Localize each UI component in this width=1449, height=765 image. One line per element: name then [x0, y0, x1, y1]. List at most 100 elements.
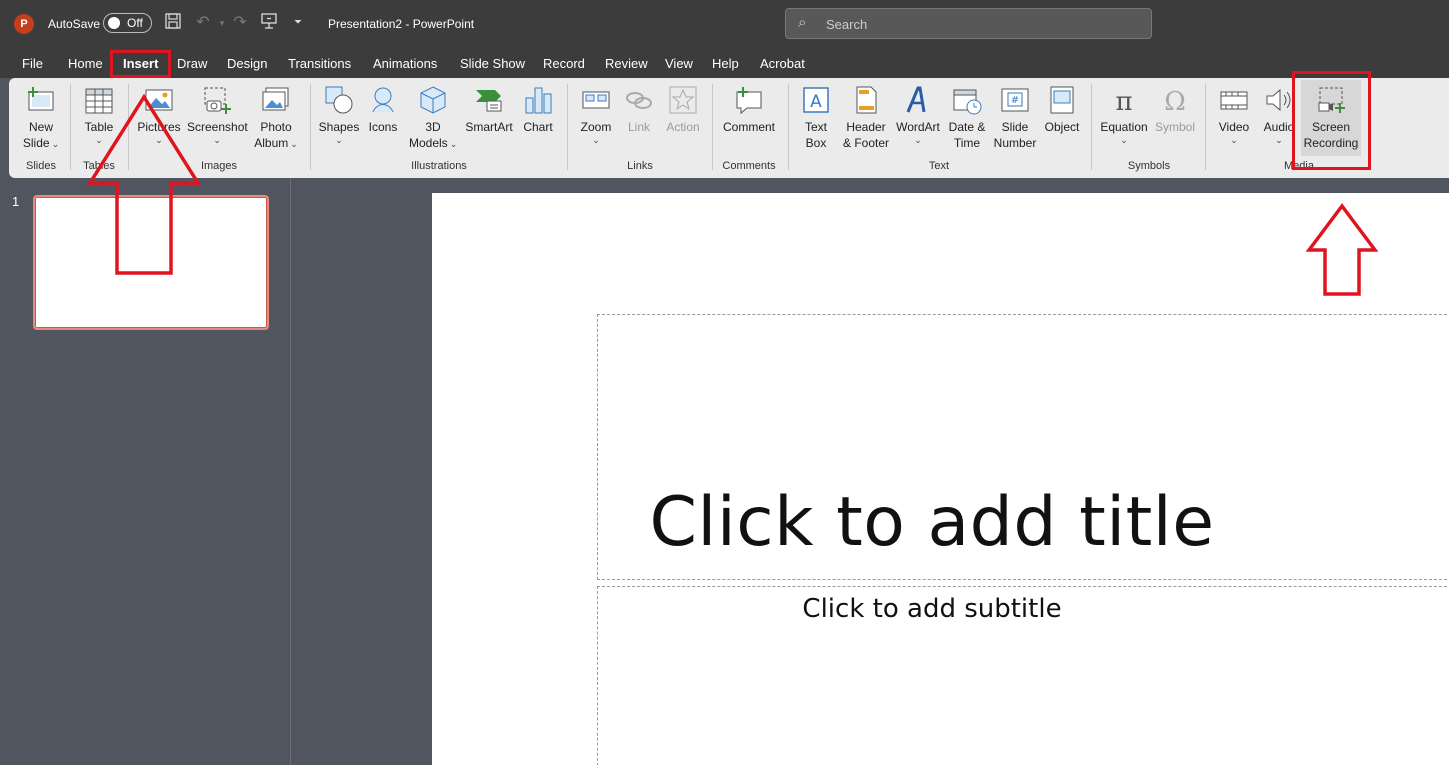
- comment-label: Comment: [722, 120, 775, 134]
- shapes-label: Shapes: [318, 120, 360, 134]
- zoom-button[interactable]: Zoom ⌄: [576, 84, 616, 145]
- ribbon-separator: [310, 84, 311, 170]
- wordart-button[interactable]: WordArt ⌄: [895, 84, 941, 145]
- ribbon-tabs: File Home Insert Draw Design Transitions…: [0, 48, 1449, 78]
- group-symbols-label: Symbols: [1127, 160, 1171, 172]
- date-time-button[interactable]: Date & Time: [945, 84, 989, 151]
- powerpoint-logo-icon: P: [14, 14, 34, 34]
- save-icon[interactable]: [163, 12, 183, 34]
- tab-view[interactable]: View: [665, 56, 693, 71]
- ribbon-separator: [70, 84, 71, 170]
- search-input[interactable]: ⌕ Search: [785, 8, 1152, 39]
- icons-button[interactable]: Icons: [364, 84, 402, 135]
- shapes-button[interactable]: Shapes ⌄: [316, 84, 362, 145]
- cube-icon: [420, 86, 446, 114]
- header-footer-button[interactable]: Header & Footer: [841, 84, 891, 151]
- comment-button[interactable]: Comment: [719, 84, 779, 135]
- new-slide-icon: [28, 87, 54, 111]
- smartart-icon: [476, 90, 502, 112]
- header-footer-icon: [856, 86, 877, 114]
- svg-text:A: A: [810, 92, 822, 112]
- ribbon-separator: [788, 84, 789, 170]
- undo-icon[interactable]: ↶: [193, 12, 213, 34]
- link-icon: [626, 92, 652, 109]
- photo-album-label-1: Photo: [260, 120, 292, 134]
- icons-label: Icons: [368, 120, 398, 134]
- panel-divider[interactable]: [290, 178, 291, 765]
- text-box-label-2: Box: [805, 136, 827, 150]
- slide-number-icon: #: [1001, 88, 1029, 112]
- up-arrow-annotation-recording: [1306, 203, 1378, 296]
- search-icon: ⌕: [798, 14, 807, 31]
- slide-number-button[interactable]: # Slide Number: [991, 84, 1039, 151]
- group-illustrations-label: Illustrations: [411, 160, 467, 172]
- text-box-label-1: Text: [804, 120, 827, 134]
- tab-acrobat[interactable]: Acrobat: [760, 56, 805, 71]
- video-label: Video: [1218, 120, 1250, 134]
- tab-design[interactable]: Design: [227, 56, 267, 71]
- tab-review[interactable]: Review: [605, 56, 648, 71]
- new-slide-button[interactable]: New Slide ⌄: [19, 84, 63, 151]
- search-placeholder: Search: [826, 17, 868, 32]
- link-button[interactable]: Link: [621, 84, 657, 135]
- screenshot-icon: [204, 87, 231, 114]
- ribbon-separator: [567, 84, 568, 170]
- smartart-label: SmartArt: [465, 120, 513, 134]
- calendar-icon: [953, 89, 982, 115]
- link-label: Link: [627, 120, 650, 134]
- object-button[interactable]: Object: [1041, 84, 1083, 135]
- object-label: Object: [1044, 120, 1080, 134]
- zoom-icon: [582, 91, 610, 109]
- present-icon[interactable]: [259, 12, 279, 34]
- customize-toolbar-icon[interactable]: ⏷: [288, 12, 308, 34]
- slide-thumbnail-number: 1: [12, 194, 20, 209]
- header-footer-label-1: Header: [846, 120, 886, 134]
- equation-label: Equation: [1100, 120, 1148, 134]
- tab-home[interactable]: Home: [68, 56, 103, 71]
- undo-dropdown-icon[interactable]: ▾: [212, 12, 232, 34]
- document-title: Presentation2 - PowerPoint: [328, 17, 475, 31]
- tab-animations[interactable]: Animations: [373, 56, 437, 71]
- insert-tab-highlight: [110, 50, 171, 78]
- action-button[interactable]: Action: [662, 84, 704, 135]
- group-slides-label: Slides: [26, 160, 56, 172]
- tab-file[interactable]: File: [22, 56, 43, 71]
- tab-draw[interactable]: Draw: [177, 56, 207, 71]
- chart-button[interactable]: Chart: [519, 84, 557, 135]
- equation-button[interactable]: π Equation ⌄: [1097, 84, 1151, 145]
- video-button[interactable]: Video ⌄: [1214, 84, 1254, 145]
- smartart-button[interactable]: SmartArt: [462, 84, 516, 135]
- autosave-state: Off: [127, 16, 143, 30]
- screen-recording-highlight: [1292, 71, 1371, 170]
- comment-icon: [736, 87, 762, 115]
- text-box-button[interactable]: A Text Box: [796, 84, 836, 151]
- up-arrow-annotation-insert: [86, 94, 202, 275]
- chart-label: Chart: [523, 120, 553, 134]
- autosave-toggle[interactable]: Off: [103, 13, 152, 33]
- svg-text:π: π: [1115, 87, 1132, 116]
- text-box-icon: A: [803, 87, 829, 113]
- photo-album-icon: [262, 87, 289, 111]
- photo-album-button[interactable]: Photo Album ⌄: [251, 84, 301, 151]
- icons-icon: [372, 87, 394, 113]
- tab-record[interactable]: Record: [543, 56, 585, 71]
- tab-slide-show[interactable]: Slide Show: [460, 56, 525, 71]
- date-time-label-1: Date &: [948, 120, 986, 134]
- wordart-label: WordArt: [896, 120, 940, 134]
- symbol-button[interactable]: Ω Symbol: [1152, 84, 1198, 135]
- zoom-label: Zoom: [580, 120, 612, 134]
- tab-help[interactable]: Help: [712, 56, 739, 71]
- group-text-label: Text: [928, 160, 950, 172]
- symbol-label: Symbol: [1154, 120, 1195, 134]
- speaker-icon: [1266, 88, 1291, 112]
- svg-text:#: #: [1011, 95, 1019, 106]
- redo-icon[interactable]: ↷: [230, 12, 250, 34]
- 3d-models-button[interactable]: 3D Models ⌄: [409, 84, 457, 151]
- header-footer-label-2: & Footer: [842, 136, 890, 150]
- date-time-label-2: Time: [953, 136, 981, 150]
- ribbon-separator: [1205, 84, 1206, 170]
- tab-transitions[interactable]: Transitions: [288, 56, 351, 71]
- object-icon: [1050, 86, 1074, 114]
- shapes-icon: [325, 86, 353, 114]
- photo-album-label-2: Album: [254, 136, 289, 150]
